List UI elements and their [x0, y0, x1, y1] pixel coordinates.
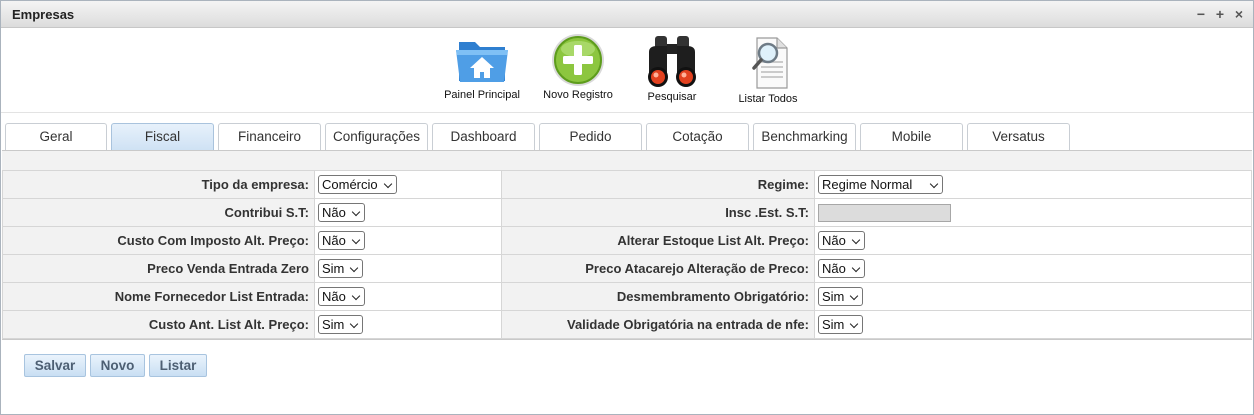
desmembramento-select[interactable]: Sim — [818, 287, 864, 306]
custo-com-imposto-select[interactable]: Não — [318, 231, 365, 250]
toolbar-label: Novo Registro — [543, 89, 613, 101]
title-bar: Empresas − + × — [1, 1, 1253, 28]
toolbar-label: Painel Principal — [444, 89, 520, 101]
tab-benchmarking[interactable]: Benchmarking — [753, 123, 856, 150]
tab-configuracoes[interactable]: Configurações — [325, 123, 428, 150]
listar-button[interactable]: Listar — [149, 354, 207, 377]
preco-venda-entrada-zero-label: Preco Venda Entrada Zero — [2, 254, 315, 283]
validade-obrigatoria-label: Validade Obrigatória na entrada de nfe: — [501, 310, 815, 339]
alterar-estoque-label: Alterar Estoque List Alt. Preço: — [501, 226, 815, 255]
custo-ant-select[interactable]: Sim — [318, 315, 364, 334]
novo-registro-button[interactable]: Novo Registro — [530, 32, 626, 101]
add-circle-icon — [552, 34, 604, 86]
insc-est-st-input[interactable] — [818, 203, 951, 222]
window-title: Empresas — [12, 7, 75, 22]
nome-fornecedor-select[interactable]: Não — [318, 287, 365, 306]
novo-button[interactable]: Novo — [90, 354, 145, 377]
minimize-icon[interactable]: − — [1194, 7, 1208, 21]
nome-fornecedor-label: Nome Fornecedor List Entrada: — [2, 282, 315, 311]
regime-select[interactable]: Regime Normal — [818, 175, 943, 194]
maximize-icon[interactable]: + — [1213, 7, 1227, 21]
painel-principal-button[interactable]: Painel Principal — [434, 32, 530, 101]
validade-obrigatoria-select[interactable]: Sim — [818, 315, 864, 334]
tipo-empresa-label: Tipo da empresa: — [2, 170, 315, 199]
contribui-st-label: Contribui S.T: — [2, 198, 315, 227]
custo-ant-label: Custo Ant. List Alt. Preço: — [2, 310, 315, 339]
tab-dashboard[interactable]: Dashboard — [432, 123, 535, 150]
tab-financeiro[interactable]: Financeiro — [218, 123, 321, 150]
form-row: Custo Com Imposto Alt. Preço: Não Altera… — [2, 226, 1252, 255]
document-search-icon — [752, 37, 788, 89]
form-row: Tipo da empresa: Comércio Regime: Regime… — [2, 170, 1252, 199]
tab-fiscal[interactable]: Fiscal — [111, 123, 214, 150]
empresas-window: Empresas − + × Painel Principal Novo Reg… — [0, 0, 1254, 415]
preco-atacarejo-select[interactable]: Não — [818, 259, 865, 278]
regime-label: Regime: — [501, 170, 815, 199]
tab-bar: Geral Fiscal Financeiro Configurações Da… — [1, 113, 1253, 151]
fiscal-panel: Tipo da empresa: Comércio Regime: Regime… — [2, 150, 1252, 340]
toolbar: Painel Principal Novo Registro Pesquisar… — [1, 28, 1253, 113]
tab-versatus[interactable]: Versatus — [967, 123, 1070, 150]
insc-est-st-label: Insc .Est. S.T: — [501, 198, 815, 227]
preco-venda-entrada-zero-select[interactable]: Sim — [318, 259, 364, 278]
salvar-button[interactable]: Salvar — [24, 354, 86, 377]
alterar-estoque-select[interactable]: Não — [818, 231, 865, 250]
contribui-st-select[interactable]: Não — [318, 203, 365, 222]
tab-geral[interactable]: Geral — [5, 123, 107, 150]
form-row: Custo Ant. List Alt. Preço: Sim Validade… — [2, 310, 1252, 339]
toolbar-label: Pesquisar — [647, 91, 697, 103]
preco-atacarejo-label: Preco Atacarejo Alteração de Preco: — [501, 254, 815, 283]
form-row: Nome Fornecedor List Entrada: Não Desmem… — [2, 282, 1252, 311]
close-icon[interactable]: × — [1232, 7, 1246, 21]
listar-todos-button[interactable]: Listar Todos — [720, 32, 816, 105]
binoculars-icon — [648, 36, 696, 87]
toolbar-label: Listar Todos — [738, 93, 798, 105]
tipo-empresa-select[interactable]: Comércio — [318, 175, 397, 194]
tab-mobile[interactable]: Mobile — [860, 123, 963, 150]
folder-home-icon — [456, 42, 508, 82]
desmembramento-label: Desmembramento Obrigatório: — [501, 282, 815, 311]
form-row: Contribui S.T: Não Insc .Est. S.T: — [2, 198, 1252, 227]
form-row: Preco Venda Entrada Zero Sim Preco Ataca… — [2, 254, 1252, 283]
custo-com-imposto-label: Custo Com Imposto Alt. Preço: — [2, 226, 315, 255]
pesquisar-button[interactable]: Pesquisar — [624, 32, 720, 103]
tab-cotacao[interactable]: Cotação — [646, 123, 749, 150]
fiscal-form: Tipo da empresa: Comércio Regime: Regime… — [2, 170, 1252, 339]
tab-pedido[interactable]: Pedido — [539, 123, 642, 150]
